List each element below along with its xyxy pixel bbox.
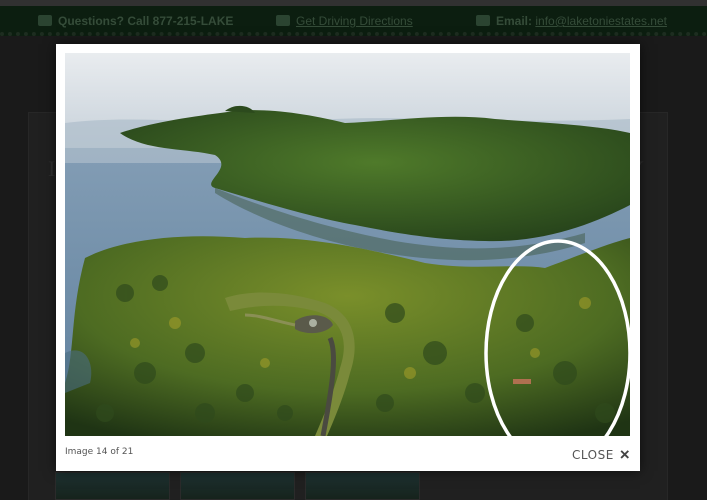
lightbox-modal: Image 14 of 21 CLOSE × bbox=[56, 44, 640, 471]
close-button[interactable]: CLOSE × bbox=[572, 445, 630, 464]
aerial-photo-illustration bbox=[65, 53, 630, 436]
close-icon: × bbox=[619, 445, 630, 464]
roof-detail bbox=[513, 379, 531, 384]
close-label: CLOSE bbox=[572, 448, 614, 462]
aerial-lake-photo bbox=[65, 53, 630, 436]
image-counter: Image 14 of 21 bbox=[65, 447, 134, 457]
